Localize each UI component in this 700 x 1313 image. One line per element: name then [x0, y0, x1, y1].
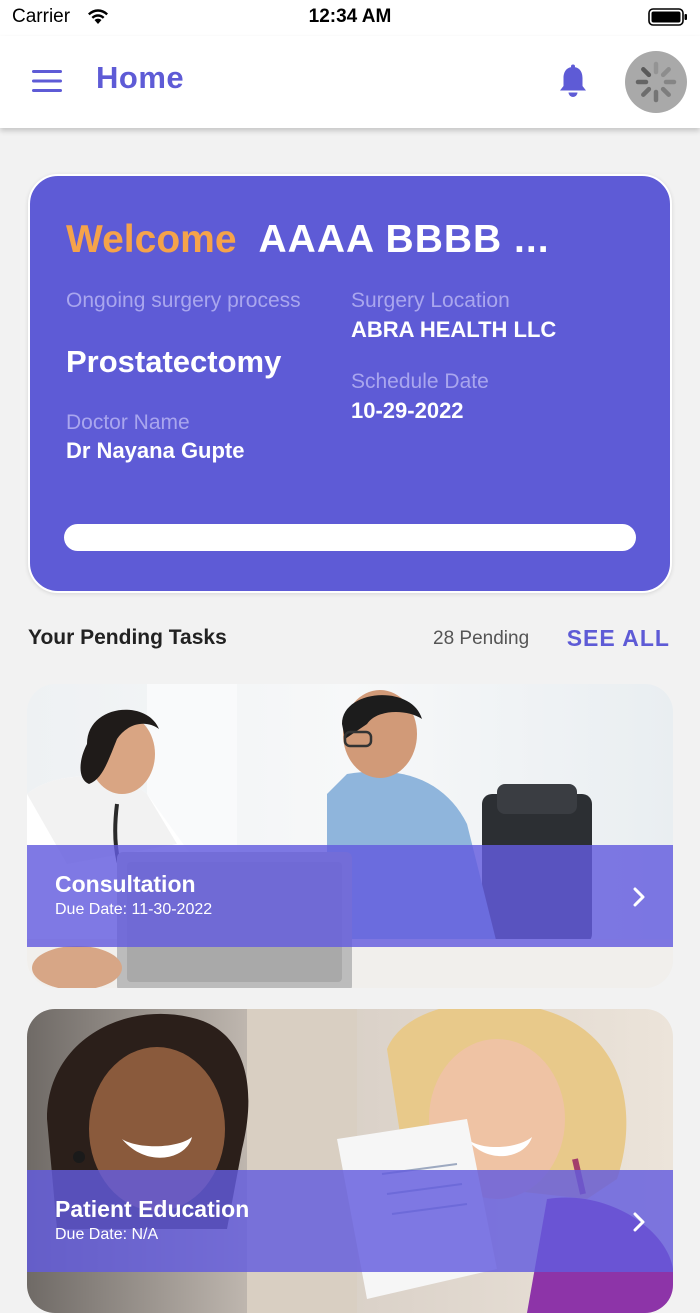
status-bar: Carrier 12:34 AM [0, 0, 700, 36]
avatar[interactable] [625, 51, 687, 113]
chevron-right-icon [633, 887, 645, 907]
task-card-consultation[interactable]: Consultation Due Date: 11-30-2022 [27, 684, 673, 988]
page-title: Home [96, 60, 185, 95]
user-name: AAAA BBBB ... [258, 218, 550, 261]
schedule-value: 10-29-2022 [351, 398, 464, 423]
location-label: Surgery Location [351, 289, 510, 312]
doctor-label: Doctor Name [66, 411, 190, 434]
welcome-heading: Welcome AAAA BBBB ... [66, 218, 550, 262]
loading-spinner-icon [635, 61, 677, 103]
task-due-date: Due Date: N/A [55, 1226, 159, 1243]
bell-icon[interactable] [556, 64, 590, 100]
surgery-value: Prostatectomy [66, 344, 282, 379]
welcome-word: Welcome [66, 218, 237, 261]
chevron-right-icon [633, 1212, 645, 1232]
location-value: ABRA HEALTH LLC [351, 317, 557, 342]
clock: 12:34 AM [308, 6, 392, 27]
schedule-label: Schedule Date [351, 370, 489, 393]
see-all-link[interactable]: SEE ALL [567, 625, 670, 652]
task-title: Patient Education [55, 1196, 250, 1222]
surgery-label: Ongoing surgery process [66, 289, 301, 312]
menu-icon[interactable] [30, 64, 64, 98]
battery-icon [648, 8, 687, 26]
task-card-patient-education[interactable]: Patient Education Due Date: N/A [27, 1009, 673, 1313]
task-due-date: Due Date: 11-30-2022 [55, 901, 213, 918]
task-overlay: Patient Education Due Date: N/A [27, 1170, 673, 1272]
welcome-card: Welcome AAAA BBBB ... Ongoing surgery pro… [28, 174, 672, 593]
task-overlay: Consultation Due Date: 11-30-2022 [27, 845, 673, 947]
pending-count: 28 Pending [433, 628, 530, 649]
pending-tasks-title: Your Pending Tasks [28, 626, 227, 649]
surgery-progress-bar [64, 524, 636, 551]
app-header: Home [0, 36, 700, 128]
doctor-value: Dr Nayana Gupte [66, 438, 245, 463]
task-title: Consultation [55, 871, 196, 897]
pending-tasks-header: Your Pending Tasks 28 Pending SEE ALL [28, 624, 672, 658]
